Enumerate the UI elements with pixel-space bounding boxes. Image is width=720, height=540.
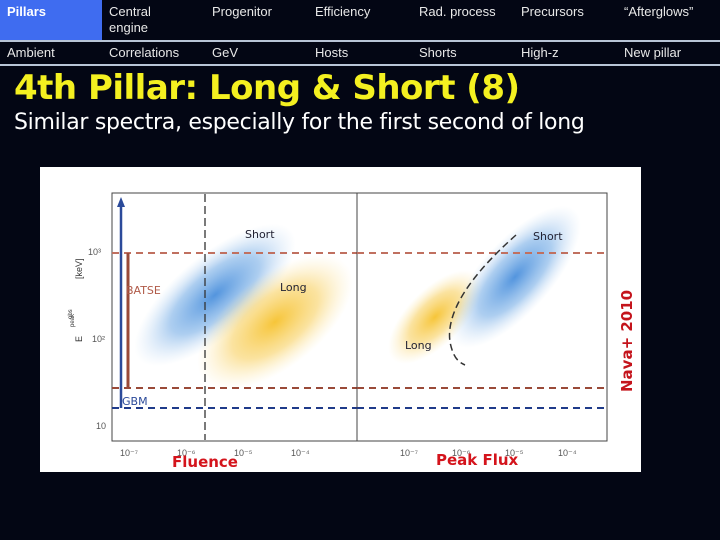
ytick-100: 10² <box>92 334 105 344</box>
nav-tab-shorts[interactable]: Shorts <box>419 42 457 64</box>
spectra-figure: BATSE GBM Short Long 10³ 10² 10 [keV] E … <box>40 167 641 472</box>
left-short-label: Short <box>245 228 275 241</box>
gbm-label: GBM <box>122 395 148 408</box>
nav-row-2: Ambient Correlations GeV Hosts Shorts Hi… <box>0 42 720 66</box>
right-panel: Short Long 10⁻⁷ 10⁻⁶ 10⁻⁵ 10⁻⁴ Peak Flux <box>356 192 608 469</box>
nav-tab-rad-process[interactable]: Rad. process <box>419 0 496 40</box>
left-long-label: Long <box>280 281 307 294</box>
ytick-10: 10 <box>96 421 106 431</box>
right-xtick-3: 10⁻⁴ <box>558 448 577 458</box>
left-xtick-3: 10⁻⁴ <box>291 448 310 458</box>
nav-tab-high-z[interactable]: High-z <box>521 42 559 64</box>
nav-tab-efficiency[interactable]: Efficiency <box>315 0 370 40</box>
nav-tab-ambient[interactable]: Ambient <box>7 42 55 64</box>
credit-nava-2010: Nava+ 2010 <box>618 290 636 392</box>
left-xlabel-fluence: Fluence <box>172 453 238 471</box>
ylabel-unit: [keV] <box>74 258 84 279</box>
nav-tab-correlations[interactable]: Correlations <box>109 42 179 64</box>
left-xtick-0: 10⁻⁷ <box>120 448 138 458</box>
ytick-1000: 10³ <box>88 247 101 257</box>
right-xlabel-peak-flux: Peak Flux <box>436 451 519 469</box>
nav-tab-progenitor[interactable]: Progenitor <box>212 0 272 40</box>
left-panel: BATSE GBM Short Long 10³ 10² 10 [keV] E … <box>68 192 358 471</box>
right-xtick-0: 10⁻⁷ <box>400 448 418 458</box>
nav-tab-central-engine[interactable]: Central engine <box>109 0 151 40</box>
nav-tab-gev[interactable]: GeV <box>212 42 238 64</box>
nav-tab-new-pillar[interactable]: New pillar <box>624 42 681 64</box>
pillars-navbar: Pillars Central engine Progenitor Effici… <box>0 0 720 66</box>
ylabel-sup: obs <box>68 309 74 319</box>
nav-tab-precursors[interactable]: Precursors <box>521 0 584 40</box>
slide-subtitle: Similar spectra, especially for the firs… <box>14 110 585 135</box>
slide-title: 4th Pillar: Long & Short (8) <box>14 68 520 108</box>
right-long-label: Long <box>405 339 432 352</box>
nav-tab-pillars[interactable]: Pillars <box>0 0 102 40</box>
right-short-label: Short <box>533 230 563 243</box>
nav-tab-hosts[interactable]: Hosts <box>315 42 348 64</box>
batse-label: BATSE <box>126 284 161 297</box>
figure-svg: BATSE GBM Short Long 10³ 10² 10 [keV] E … <box>68 192 636 471</box>
nav-tab-afterglows[interactable]: “Afterglows” <box>624 0 693 40</box>
ylabel-symbol: E <box>74 336 84 342</box>
nav-row-1: Pillars Central engine Progenitor Effici… <box>0 0 720 42</box>
